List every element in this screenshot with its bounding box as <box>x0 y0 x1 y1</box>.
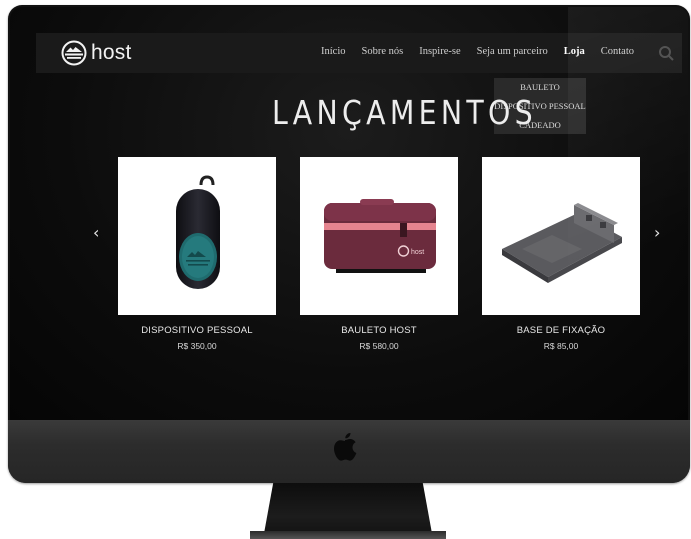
case-brand-label: host <box>411 249 424 256</box>
page-title: LANÇAMENTOS <box>272 93 537 132</box>
brand-name: host <box>91 41 132 64</box>
product-price: R$ 350,00 <box>177 341 217 351</box>
nav-item-sobre-nos[interactable]: Sobre nós <box>362 46 404 57</box>
nav-item-loja[interactable]: Loja <box>564 46 585 57</box>
product-card[interactable]: host BAULETO HOST R$ 580,00 <box>300 157 458 351</box>
nav-item-contato[interactable]: Contato <box>601 46 634 57</box>
monitor-stand-base <box>250 531 446 539</box>
host-logo-icon <box>61 40 87 66</box>
product-name[interactable]: DISPOSITIVO PESSOAL <box>118 325 276 336</box>
brand-logo[interactable]: host <box>61 39 132 67</box>
product-price: R$ 580,00 <box>359 341 399 351</box>
product-card[interactable]: BASE DE FIXAÇÃO R$ 85,00 <box>482 157 640 351</box>
product-card[interactable]: DISPOSITIVO PESSOAL R$ 350,00 <box>118 157 276 351</box>
nav-item-inicio[interactable]: Início <box>321 46 346 57</box>
product-price: R$ 85,00 <box>543 341 579 351</box>
apple-logo-icon <box>334 432 357 461</box>
product-name[interactable]: BASE DE FIXAÇÃO <box>482 325 640 336</box>
carousel-prev-button[interactable]: ‹ <box>93 223 99 242</box>
product-name[interactable]: BAULETO HOST <box>300 325 458 336</box>
screen: host Início Sobre nós Inspire-se Seja um… <box>10 7 688 420</box>
carousel-next-button[interactable]: › <box>654 223 660 242</box>
top-case-image[interactable]: host <box>300 157 458 315</box>
search-icon[interactable] <box>658 45 674 61</box>
nav-item-inspire-se[interactable]: Inspire-se <box>419 46 460 57</box>
mounting-base-image[interactable] <box>482 157 640 315</box>
nav-item-seja-um-parceiro[interactable]: Seja um parceiro <box>477 46 548 57</box>
personal-device-image[interactable] <box>118 157 276 315</box>
main-nav: Início Sobre nós Inspire-se Seja um parc… <box>321 46 634 57</box>
site-navbar: host Início Sobre nós Inspire-se Seja um… <box>36 33 682 73</box>
imac-monitor: host Início Sobre nós Inspire-se Seja um… <box>8 5 690 483</box>
